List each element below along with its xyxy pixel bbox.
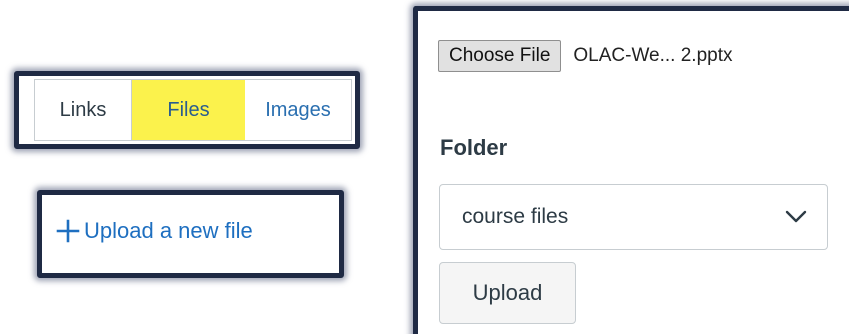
tab-files[interactable]: Files [132, 80, 245, 140]
plus-icon [56, 219, 80, 243]
folder-select-value: course files [462, 205, 569, 228]
folder-label: Folder [440, 135, 508, 160]
upload-new-file-link[interactable]: Upload a new file [56, 218, 253, 244]
upload-button[interactable]: Upload [439, 262, 576, 324]
choose-file-button[interactable]: Choose File [438, 40, 562, 72]
tabs-callout-frame: Links Files Images [14, 71, 360, 149]
content-tabs: Links Files Images [34, 79, 352, 141]
upload-new-file-label: Upload a new file [84, 218, 253, 243]
folder-select[interactable]: course files [439, 184, 828, 250]
selected-file-name: OLAC-We... 2.pptx [573, 45, 733, 66]
tab-links[interactable]: Links [35, 80, 132, 140]
file-input-row: Choose File OLAC-We... 2.pptx [438, 40, 733, 72]
screenshot-stage: Links Files Images Upload a new file Cho… [0, 0, 849, 334]
tab-images[interactable]: Images [245, 80, 351, 140]
upload-link-callout-frame: Upload a new file [37, 190, 344, 278]
upload-panel-frame: Choose File OLAC-We... 2.pptx Folder cou… [413, 6, 849, 334]
chevron-down-icon [785, 210, 807, 223]
